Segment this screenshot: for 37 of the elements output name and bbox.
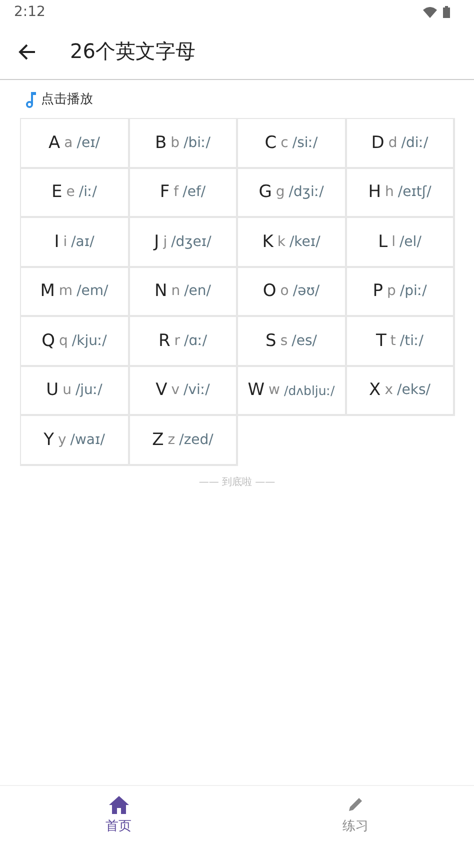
letter-card[interactable]: Z z /zed/ — [130, 416, 238, 466]
letter-card[interactable]: B b /biː/ — [130, 119, 238, 168]
letter-card[interactable]: Y y /waɪ/ — [21, 416, 130, 466]
letter-card[interactable]: H h /eɪtʃ/ — [346, 168, 455, 218]
nav-tab[interactable]: 练习 — [237, 786, 474, 844]
play-hint: 点击播放 — [41, 91, 93, 108]
wifi-icon — [423, 6, 437, 18]
letter-card[interactable]: N n /en/ — [130, 268, 238, 317]
letter-card[interactable]: L l /el/ — [346, 218, 455, 268]
letter-card[interactable]: E e /iː/ — [21, 168, 130, 218]
letter-card[interactable]: V v /viː/ — [130, 366, 238, 416]
end-of-list-text: —— 到底啦 —— — [198, 476, 276, 488]
letter-card[interactable]: K k /keɪ/ — [238, 218, 346, 268]
music-note-icon — [25, 90, 36, 108]
nav-tab[interactable]: 首页 — [0, 786, 237, 844]
letter-card[interactable]: C c /siː/ — [238, 119, 346, 168]
letter-card[interactable]: S s /es/ — [238, 317, 346, 366]
letter-card[interactable]: R r /ɑː/ — [130, 317, 238, 366]
letter-card[interactable]: O o /əʊ/ — [238, 268, 346, 317]
letter-card[interactable]: J j /dʒeɪ/ — [130, 218, 238, 268]
letter-card[interactable]: F f /ef/ — [130, 168, 238, 218]
status-time: 2:12 — [14, 4, 46, 20]
page-title: 26个英文字母 — [70, 38, 196, 65]
letter-card[interactable]: U u /juː/ — [21, 366, 130, 416]
letter-card[interactable]: G g /dʒiː/ — [238, 168, 346, 218]
letter-card[interactable]: W w /dʌbljuː/ — [238, 366, 346, 416]
home-icon — [108, 796, 128, 814]
letter-card[interactable]: I i /aɪ/ — [21, 218, 130, 268]
letter-card[interactable]: A a /eɪ/ — [21, 119, 130, 168]
letter-card[interactable]: Q q /kjuː/ — [21, 317, 130, 366]
back-arrow-icon — [18, 44, 36, 60]
letter-card[interactable]: T t /tiː/ — [346, 317, 455, 366]
letter-card[interactable]: M m /em/ — [21, 268, 130, 317]
letter-card[interactable]: X x /eks/ — [346, 366, 455, 416]
battery-icon — [443, 6, 450, 18]
letter-card[interactable]: D d /diː/ — [346, 119, 455, 168]
letter-card[interactable]: P p /piː/ — [346, 268, 455, 317]
